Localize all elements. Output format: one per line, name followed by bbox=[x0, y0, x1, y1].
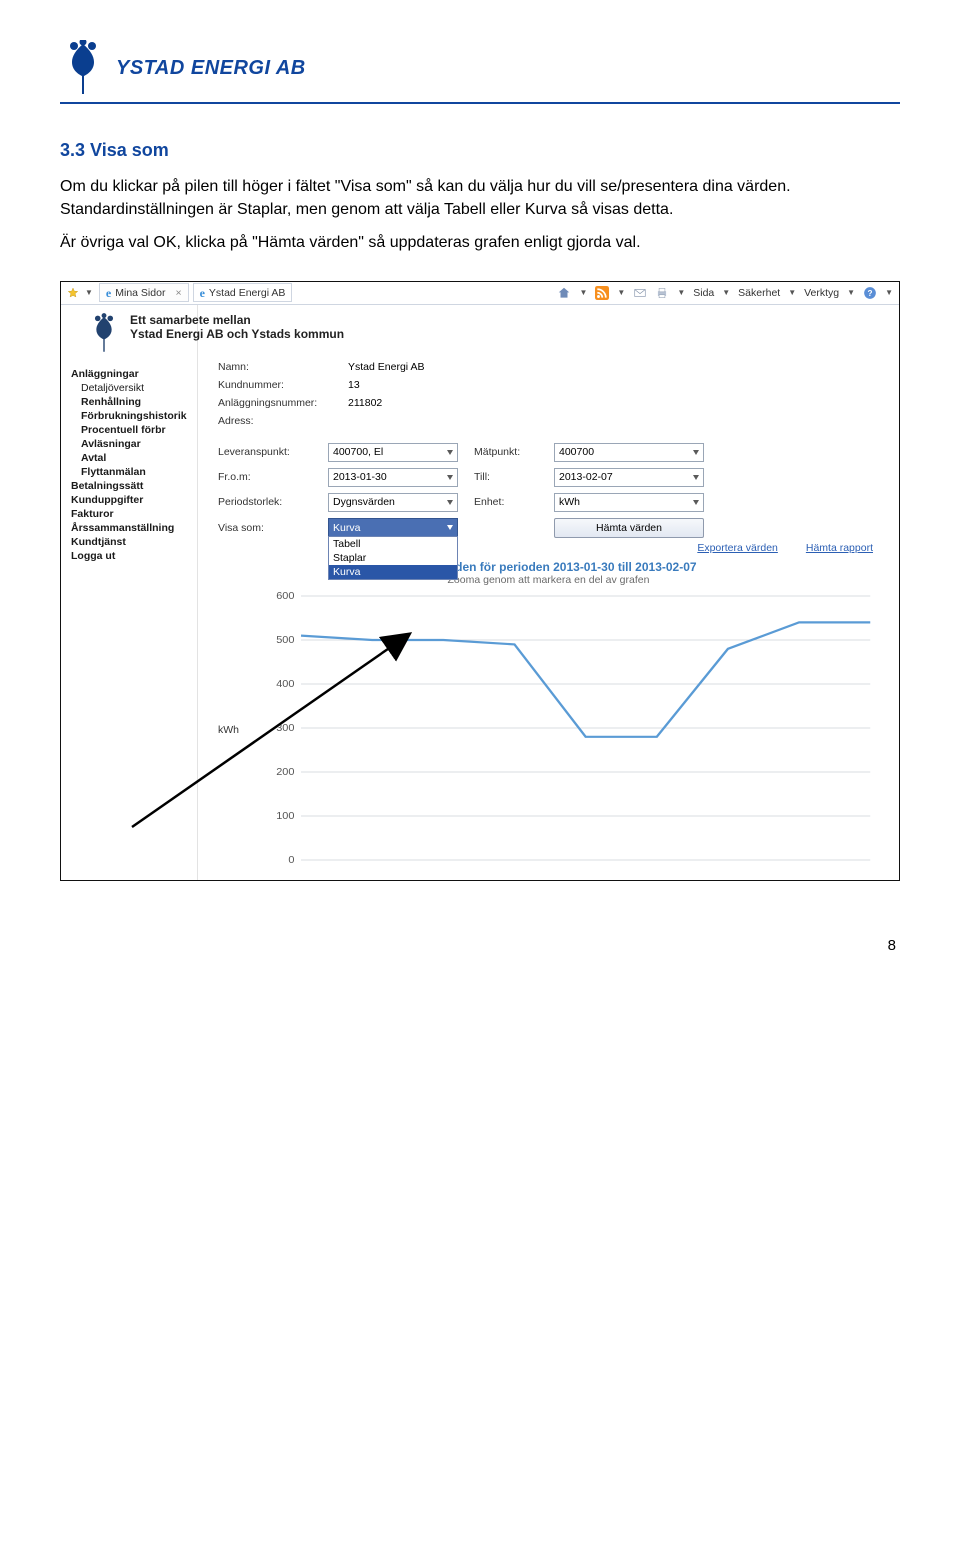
sidebar-item[interactable]: Betalningssätt bbox=[71, 479, 193, 493]
star-icon bbox=[67, 287, 79, 299]
company-logo: YSTAD ENERGI AB bbox=[60, 40, 900, 94]
help-icon[interactable]: ? bbox=[863, 286, 877, 300]
page-number: 8 bbox=[0, 937, 896, 954]
from-select[interactable]: 2013-01-30 bbox=[328, 468, 458, 487]
visa-som-option[interactable]: Kurva bbox=[329, 565, 457, 579]
period-label: Periodstorlek: bbox=[218, 496, 328, 508]
exportera-varden-link[interactable]: Exportera värden bbox=[697, 542, 778, 554]
logo-text: YSTAD ENERGI AB bbox=[116, 57, 306, 79]
sidebar-item[interactable]: Fakturor bbox=[71, 507, 193, 521]
hamta-rapport-link[interactable]: Hämta rapport bbox=[806, 542, 873, 554]
print-icon[interactable] bbox=[655, 286, 669, 300]
paragraph-1: Om du klickar på pilen till höger i fält… bbox=[60, 175, 900, 221]
home-icon[interactable] bbox=[557, 286, 571, 300]
matpunkt-select[interactable]: 400700 bbox=[554, 443, 704, 462]
enhet-label: Enhet: bbox=[474, 496, 554, 508]
sidebar-item[interactable]: Årssammanställning bbox=[71, 521, 193, 535]
namn-value: Ystad Energi AB bbox=[348, 361, 508, 373]
mail-icon[interactable] bbox=[633, 286, 647, 300]
visa-som-option[interactable]: Staplar bbox=[329, 551, 457, 565]
logo-text-icon: YSTAD ENERGI AB bbox=[116, 52, 346, 82]
svg-text:100: 100 bbox=[276, 811, 294, 821]
sidebar-item[interactable]: Avtal bbox=[71, 451, 193, 465]
chevron-down-icon: ▼ bbox=[85, 288, 93, 297]
brand-line1: Ett samarbete mellan bbox=[130, 313, 344, 327]
favorites-button[interactable] bbox=[67, 287, 79, 299]
paragraph-2: Är övriga val OK, klicka på "Hämta värde… bbox=[60, 231, 900, 254]
close-icon[interactable]: × bbox=[175, 287, 181, 299]
sidebar-item[interactable]: Förbrukningshistorik bbox=[71, 409, 193, 423]
visa-som-option[interactable]: Tabell bbox=[329, 537, 457, 551]
feed-icon[interactable] bbox=[595, 286, 609, 300]
svg-text:?: ? bbox=[868, 288, 873, 297]
section-heading: 3.3 Visa som bbox=[60, 140, 900, 161]
kundnummer-label: Kundnummer: bbox=[218, 379, 348, 391]
svg-text:300: 300 bbox=[276, 723, 294, 733]
anlaggning-label: Anläggningsnummer: bbox=[218, 397, 348, 409]
till-label: Till: bbox=[474, 471, 554, 483]
sidebar-item[interactable]: Detaljöversikt bbox=[71, 381, 193, 395]
chart-subtitle: Zooma genom att markera en del av grafen bbox=[212, 574, 885, 586]
brand-header: Ett samarbete mellan Ystad Energi AB och… bbox=[76, 313, 808, 353]
sidebar-item[interactable]: Procentuell förbr bbox=[71, 423, 193, 437]
embedded-screenshot: ▼ eMina Sidor×eYstad Energi AB ▼ ▼ ▼ Sid… bbox=[60, 281, 900, 881]
sidebar-item[interactable]: Kunduppgifter bbox=[71, 493, 193, 507]
period-select[interactable]: Dygnsvärden bbox=[328, 493, 458, 512]
chart-ylabel: kWh bbox=[218, 724, 239, 736]
chart-title: Dygnsvärden för perioden 2013-01-30 till… bbox=[212, 560, 885, 574]
menu-sida[interactable]: Sida bbox=[693, 287, 714, 299]
leveranspunkt-select[interactable]: 400700, El bbox=[328, 443, 458, 462]
sidebar-item[interactable]: Flyttanmälan bbox=[71, 465, 193, 479]
hamta-varden-button[interactable]: Hämta värden bbox=[554, 518, 704, 538]
browser-tab[interactable]: eYstad Energi AB bbox=[193, 283, 293, 302]
svg-text:400: 400 bbox=[276, 679, 294, 689]
sidebar-nav: AnläggningarDetaljöversiktRenhållningFör… bbox=[61, 305, 198, 880]
svg-text:500: 500 bbox=[276, 635, 294, 645]
svg-text:600: 600 bbox=[276, 591, 294, 601]
browser-tab-bar: ▼ eMina Sidor×eYstad Energi AB ▼ ▼ ▼ Sid… bbox=[61, 282, 899, 305]
header-divider bbox=[60, 102, 900, 104]
sidebar-item[interactable]: Kundtjänst bbox=[71, 535, 193, 549]
ie-icon: e bbox=[200, 287, 205, 299]
visa-som-select[interactable]: Kurva bbox=[328, 518, 458, 537]
svg-text:0: 0 bbox=[288, 855, 294, 865]
ie-icon: e bbox=[106, 287, 111, 299]
kundnummer-value: 13 bbox=[348, 379, 508, 391]
adress-label: Adress: bbox=[218, 415, 348, 427]
browser-tab[interactable]: eMina Sidor× bbox=[99, 283, 189, 302]
sidebar-item[interactable]: Renhållning bbox=[71, 395, 193, 409]
leveranspunkt-label: Leveranspunkt: bbox=[218, 446, 328, 458]
brand-line2: Ystad Energi AB och Ystads kommun bbox=[130, 327, 344, 341]
chart-area: kWh 0100200300400500600 bbox=[266, 590, 879, 870]
menu-verktyg[interactable]: Verktyg bbox=[804, 287, 839, 299]
enhet-select[interactable]: kWh bbox=[554, 493, 704, 512]
visa-som-dropdown-list[interactable]: TabellStaplarKurva bbox=[328, 536, 458, 580]
from-label: Fr.o.m: bbox=[218, 471, 328, 483]
till-select[interactable]: 2013-02-07 bbox=[554, 468, 704, 487]
sidebar-item[interactable]: Anläggningar bbox=[71, 367, 193, 381]
logo-mark-icon bbox=[60, 40, 106, 94]
brand-mark-icon bbox=[88, 313, 120, 353]
svg-text:200: 200 bbox=[276, 767, 294, 777]
matpunkt-label: Mätpunkt: bbox=[474, 446, 554, 458]
sidebar-item[interactable]: Avläsningar bbox=[71, 437, 193, 451]
anlaggning-value: 211802 bbox=[348, 397, 508, 409]
menu-sakerhet[interactable]: Säkerhet bbox=[738, 287, 780, 299]
namn-label: Namn: bbox=[218, 361, 348, 373]
visa-som-label: Visa som: bbox=[218, 522, 328, 534]
sidebar-item[interactable]: Logga ut bbox=[71, 549, 193, 563]
